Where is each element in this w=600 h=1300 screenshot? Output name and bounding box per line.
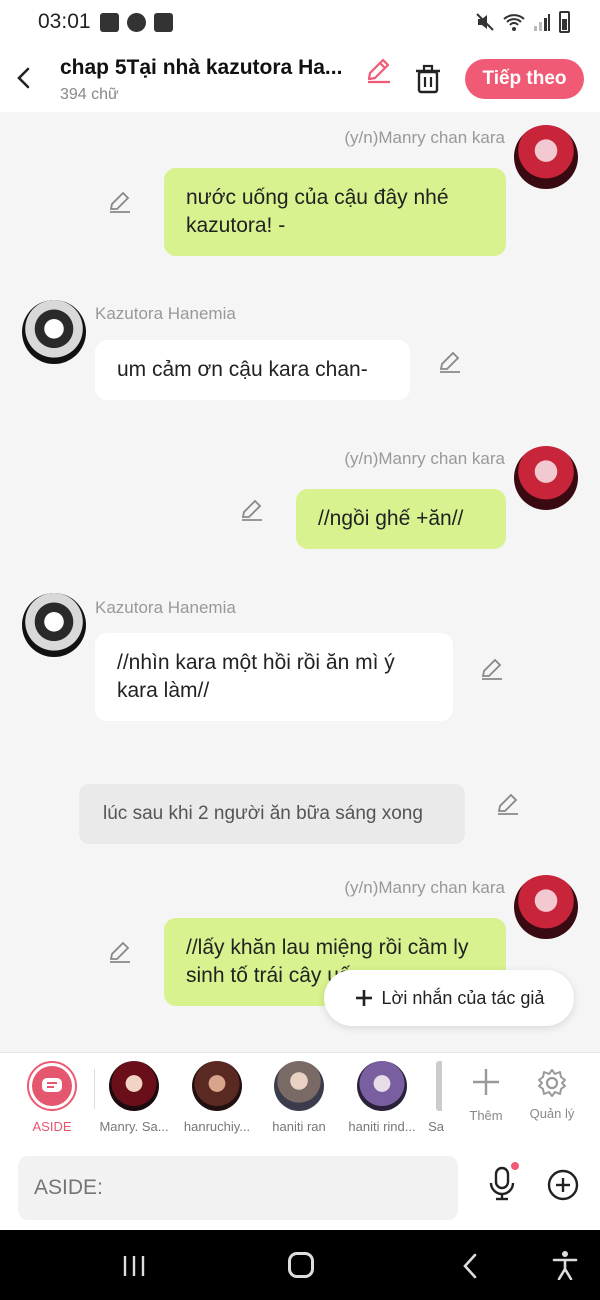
character-name: Manry. Sa... bbox=[99, 1119, 169, 1134]
character-item[interactable]: Sa bbox=[420, 1061, 444, 1134]
message-bubble[interactable]: //ngồi ghế +ăn// bbox=[296, 489, 506, 549]
sender-name: (y/n)Manry chan kara bbox=[344, 128, 505, 147]
app-icon bbox=[127, 13, 146, 32]
edit-pencil-icon[interactable] bbox=[108, 190, 132, 214]
add-character-button[interactable]: Thêm bbox=[451, 1067, 521, 1123]
input-bar bbox=[0, 1146, 600, 1230]
character-item[interactable]: Manry. Sa... bbox=[94, 1061, 174, 1134]
add-circle-icon[interactable] bbox=[546, 1168, 580, 1202]
accessibility-icon[interactable] bbox=[552, 1250, 578, 1280]
edit-pencil-icon[interactable] bbox=[108, 940, 132, 964]
author-note-label: Lời nhắn của tác giả bbox=[381, 987, 545, 1008]
word-count: 394 chữ bbox=[60, 86, 119, 103]
message-bubble[interactable]: um cảm ơn cậu kara chan- bbox=[95, 340, 410, 400]
sender-name: (y/n)Manry chan kara bbox=[344, 449, 505, 468]
character-avatar bbox=[357, 1061, 407, 1111]
next-button[interactable]: Tiếp theo bbox=[465, 59, 584, 99]
chapter-title[interactable]: chap 5Tại nhà kazutora Ha... bbox=[60, 56, 358, 80]
character-name: ASIDE bbox=[32, 1119, 72, 1134]
notification-icons bbox=[100, 13, 173, 32]
system-nav-bar bbox=[0, 1230, 600, 1300]
avatar-kazutora[interactable] bbox=[22, 593, 86, 657]
message-bubble[interactable]: nước uống của cậu đây nhé kazutora! - bbox=[164, 168, 506, 256]
notification-dot bbox=[511, 1162, 519, 1170]
character-name: haniti ran bbox=[272, 1119, 326, 1134]
character-name: hanruchiy... bbox=[183, 1119, 251, 1134]
gallery-icon bbox=[100, 13, 119, 32]
microphone-icon[interactable] bbox=[486, 1166, 518, 1202]
avatar-manry[interactable] bbox=[514, 446, 578, 510]
edit-pencil-icon[interactable] bbox=[496, 792, 520, 816]
checkbox-icon bbox=[154, 13, 173, 32]
plus-icon bbox=[473, 1069, 499, 1095]
sender-name: Kazutora Hanemia bbox=[95, 598, 236, 617]
edit-pencil-icon[interactable] bbox=[240, 498, 264, 522]
battery-icon bbox=[559, 11, 570, 33]
edit-pencil-icon[interactable] bbox=[480, 657, 504, 681]
home-icon[interactable] bbox=[288, 1252, 314, 1278]
character-avatar bbox=[436, 1061, 442, 1111]
plus-icon bbox=[355, 990, 372, 1006]
add-label: Thêm bbox=[469, 1108, 503, 1123]
character-item[interactable]: hanruchiy... bbox=[177, 1061, 257, 1134]
manage-button[interactable]: Quản lý bbox=[517, 1067, 587, 1121]
avatar-manry[interactable] bbox=[514, 125, 578, 189]
character-avatar bbox=[274, 1061, 324, 1111]
character-aside[interactable]: ASIDE bbox=[12, 1061, 92, 1134]
chat-area[interactable]: (y/n)Manry chan kara nước uống của cậu đ… bbox=[0, 112, 600, 1052]
nav-back-icon[interactable] bbox=[460, 1252, 480, 1280]
status-bar: 03:01 bbox=[0, 0, 600, 46]
character-item[interactable]: haniti ran bbox=[259, 1061, 339, 1134]
message-input[interactable] bbox=[18, 1156, 458, 1220]
avatar-kazutora[interactable] bbox=[22, 300, 86, 364]
recents-icon[interactable] bbox=[121, 1254, 147, 1278]
character-item[interactable]: haniti rind... bbox=[342, 1061, 422, 1134]
wifi-icon bbox=[503, 14, 525, 31]
manage-label: Quản lý bbox=[529, 1106, 575, 1121]
edit-pencil-icon[interactable] bbox=[438, 350, 462, 374]
author-note-button[interactable]: Lời nhắn của tác giả bbox=[324, 970, 574, 1026]
narration-block[interactable]: lúc sau khi 2 người ăn bữa sáng xong bbox=[79, 784, 465, 844]
edit-title-pencil-icon[interactable] bbox=[364, 56, 392, 84]
gear-icon bbox=[538, 1069, 566, 1097]
sender-name: (y/n)Manry chan kara bbox=[344, 878, 505, 897]
message-bubble[interactable]: //nhìn kara một hồi rồi ăn mì ý kara làm… bbox=[95, 633, 453, 721]
character-avatar bbox=[109, 1061, 159, 1111]
signal-icon bbox=[534, 14, 550, 31]
character-bar: ASIDE Manry. Sa... hanruchiy... haniti r… bbox=[0, 1052, 600, 1146]
aside-avatar bbox=[27, 1061, 77, 1111]
avatar-manry[interactable] bbox=[514, 875, 578, 939]
back-arrow-icon[interactable] bbox=[14, 66, 34, 90]
sender-name: Kazutora Hanemia bbox=[95, 304, 236, 323]
mute-icon bbox=[476, 13, 494, 31]
character-avatar bbox=[192, 1061, 242, 1111]
character-name: Sa bbox=[428, 1119, 444, 1134]
system-icons bbox=[475, 11, 570, 33]
character-name: haniti rind... bbox=[348, 1119, 416, 1134]
header: chap 5Tại nhà kazutora Ha... 394 chữ Tiế… bbox=[0, 46, 600, 112]
chat-bubble-icon bbox=[42, 1078, 62, 1092]
status-time: 03:01 bbox=[38, 10, 91, 33]
trash-icon[interactable] bbox=[414, 64, 442, 94]
